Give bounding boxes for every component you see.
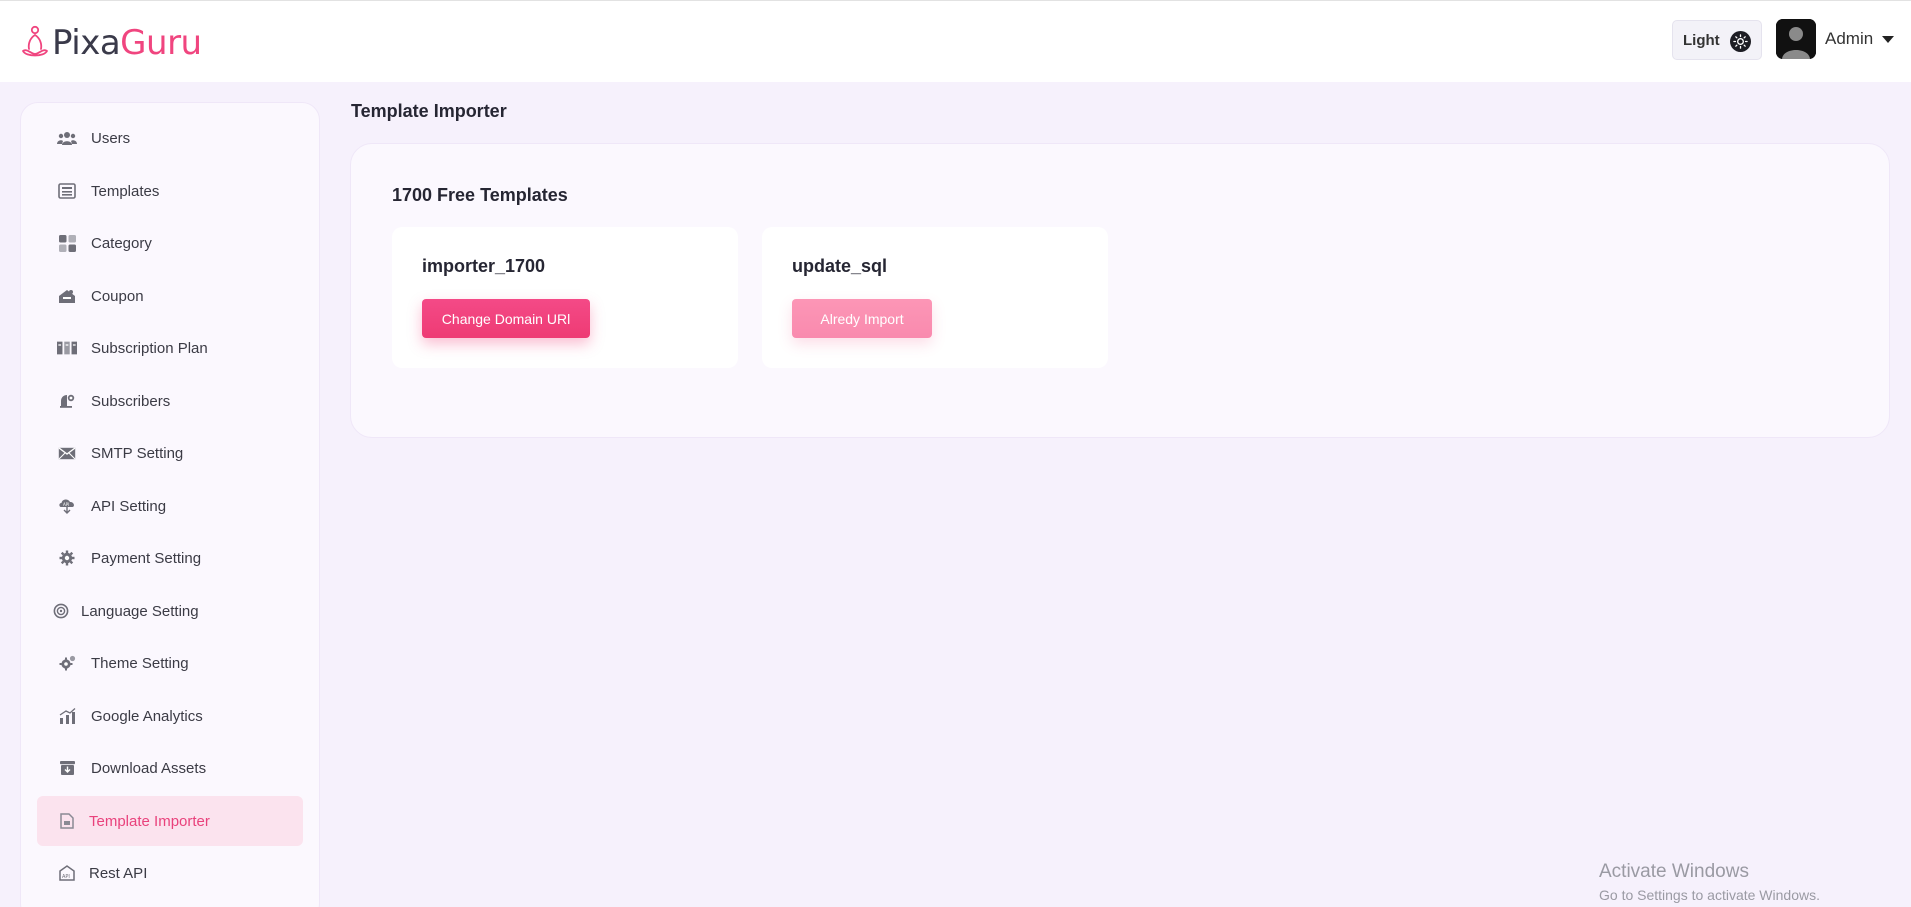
sidebar-item-templates[interactable]: Templates — [37, 166, 303, 216]
sidebar-item-category[interactable]: Category — [37, 218, 303, 268]
section-title: 1700 Free Templates — [392, 185, 568, 205]
sidebar: Users Templates Category Coupon Subscrip… — [20, 102, 320, 907]
sidebar-item-label: Google Analytics — [91, 707, 203, 725]
svg-text:API: API — [63, 502, 69, 507]
update-sql-card: update_sql Alredy Import — [762, 227, 1108, 368]
sidebar-item-label: Theme Setting — [91, 654, 189, 672]
activate-windows-watermark: Activate Windows Go to Settings to activ… — [1599, 861, 1820, 903]
top-header: PixaGuru Light Admin — [0, 0, 1911, 82]
sidebar-item-download-assets[interactable]: Download Assets — [37, 743, 303, 793]
api-icon: API — [57, 496, 77, 516]
theme-toggle-button[interactable]: Light — [1672, 20, 1762, 60]
sidebar-item-payment-setting[interactable]: Payment Setting — [37, 533, 303, 583]
theme-gear-icon — [57, 653, 77, 673]
sidebar-item-language-setting[interactable]: Language Setting — [37, 586, 303, 636]
envelope-icon — [57, 443, 77, 463]
sidebar-item-label: Templates — [91, 182, 160, 200]
download-assets-icon — [57, 758, 77, 778]
brand-name-part2: Guru — [120, 23, 202, 63]
sidebar-item-api-setting[interactable]: API API Setting — [37, 481, 303, 531]
sidebar-item-subscribers[interactable]: Subscribers — [37, 376, 303, 426]
watermark-title: Activate Windows — [1599, 861, 1749, 882]
card-title: importer_1700 — [422, 256, 546, 276]
sun-icon — [1730, 31, 1751, 52]
sidebar-item-label: API Setting — [91, 497, 167, 515]
sidebar-item-label: Subscribers — [91, 392, 171, 410]
sidebar-item-label: Coupon — [91, 287, 144, 305]
sidebar-item-users[interactable]: Users — [37, 113, 303, 163]
templates-icon — [57, 181, 77, 201]
brand-name: PixaGuru — [52, 23, 202, 63]
template-importer-icon — [57, 811, 77, 831]
sidebar-item-label: Payment Setting — [91, 549, 202, 567]
sidebar-item-coupon[interactable]: Coupon — [37, 271, 303, 321]
subscribers-icon — [57, 391, 77, 411]
brand-logo[interactable]: PixaGuru — [20, 23, 202, 63]
theme-toggle-label: Light — [1683, 31, 1720, 49]
sidebar-item-label: Template Importer — [89, 812, 210, 830]
rest-api-icon: API — [57, 863, 77, 883]
sidebar-item-google-analytics[interactable]: Google Analytics — [37, 691, 303, 741]
users-icon — [57, 128, 77, 148]
importer-card: importer_1700 Change Domain URl — [392, 227, 738, 368]
category-grid-icon — [57, 233, 77, 253]
sidebar-item-label: Category — [91, 234, 152, 252]
meditation-logo-icon — [22, 25, 48, 57]
change-domain-url-button[interactable]: Change Domain URl — [422, 299, 590, 338]
payment-gear-icon — [57, 548, 77, 568]
language-icon — [51, 601, 71, 621]
card-title: update_sql — [792, 256, 888, 276]
sidebar-item-template-importer[interactable]: Template Importer — [37, 796, 303, 846]
already-import-button[interactable]: Alredy Import — [792, 299, 932, 338]
page-title: Template Importer — [351, 101, 507, 121]
brand-name-part1: Pixa — [52, 23, 121, 63]
watermark-subtitle: Go to Settings to activate Windows. — [1599, 887, 1820, 903]
sidebar-item-theme-setting[interactable]: Theme Setting — [37, 638, 303, 688]
svg-text:API: API — [62, 874, 70, 880]
chevron-down-icon[interactable] — [1882, 36, 1894, 43]
sidebar-item-rest-api[interactable]: API Rest API — [37, 848, 303, 898]
sidebar-item-label: SMTP Setting — [91, 444, 184, 462]
subscription-plan-icon — [57, 338, 77, 358]
sidebar-item-subscription-plan[interactable]: Subscription Plan — [37, 323, 303, 373]
sidebar-item-label: Users — [91, 129, 131, 147]
analytics-chart-icon — [57, 706, 77, 726]
sidebar-item-label: Rest API — [89, 864, 148, 882]
user-avatar-icon[interactable] — [1776, 19, 1816, 59]
sidebar-item-smtp-setting[interactable]: SMTP Setting — [37, 428, 303, 478]
sidebar-item-label: Subscription Plan — [91, 339, 208, 357]
sidebar-item-label: Language Setting — [81, 602, 199, 620]
user-name[interactable]: Admin — [1825, 29, 1873, 49]
sidebar-item-label: Download Assets — [91, 759, 207, 777]
coupon-icon — [57, 286, 77, 306]
